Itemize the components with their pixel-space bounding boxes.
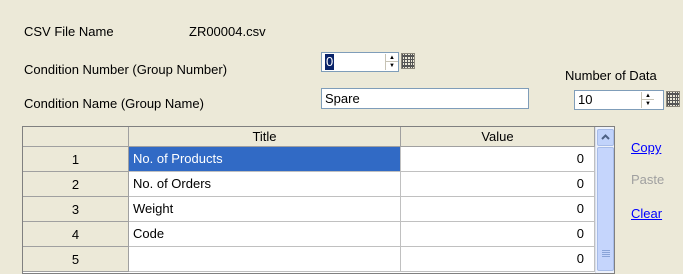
corner-header	[23, 127, 129, 147]
condition-name-input[interactable]: Spare	[321, 88, 529, 109]
cell-value[interactable]: 0	[401, 247, 595, 272]
number-of-data-label: Number of Data	[565, 68, 657, 83]
clear-link[interactable]: Clear	[631, 206, 662, 222]
copy-link[interactable]: Copy	[631, 140, 661, 156]
paste-link[interactable]: Paste	[631, 172, 664, 188]
column-header-value[interactable]: Value	[401, 127, 595, 147]
row-header[interactable]: 1	[23, 147, 129, 172]
spin-arrows[interactable]: ▲ ▼	[385, 54, 398, 70]
column-header-title[interactable]: Title	[129, 127, 401, 147]
cell-title[interactable]	[129, 247, 401, 272]
grip-line	[602, 254, 610, 255]
row-header[interactable]: 4	[23, 222, 129, 247]
triangle-up-icon[interactable]: ▲	[386, 54, 398, 62]
scroll-up-button[interactable]	[597, 129, 614, 146]
scroll-thumb[interactable]	[597, 147, 614, 271]
condition-number-label: Condition Number (Group Number)	[24, 62, 228, 77]
cell-title[interactable]: No. of Products	[129, 147, 401, 172]
triangle-up-icon[interactable]: ▲	[642, 92, 654, 100]
grip-line	[602, 250, 610, 251]
spin-arrows[interactable]: ▲ ▼	[641, 92, 654, 108]
data-grid[interactable]: Title Value 1 No. of Products 0 2 No. of…	[22, 126, 615, 274]
cell-value[interactable]: 0	[401, 197, 595, 222]
condition-number-spinner[interactable]: 0 ▲ ▼	[321, 52, 399, 72]
vertical-scrollbar[interactable]	[595, 127, 614, 273]
row-header[interactable]: 2	[23, 172, 129, 197]
keypad-icon[interactable]	[401, 53, 415, 69]
triangle-down-icon[interactable]: ▼	[386, 62, 398, 70]
number-of-data-keypad-wrap[interactable]	[664, 90, 682, 110]
row-header[interactable]: 5	[23, 247, 129, 272]
keypad-icon[interactable]	[666, 91, 680, 107]
number-of-data-value[interactable]: 10	[578, 92, 592, 108]
cell-title[interactable]: Weight	[129, 197, 401, 222]
cell-title[interactable]: No. of Orders	[129, 172, 401, 197]
cell-value[interactable]: 0	[401, 222, 595, 247]
csv-file-name-value: ZR00004.csv	[189, 24, 266, 39]
cell-value[interactable]: 0	[401, 172, 595, 197]
grip-line	[602, 252, 610, 253]
cell-value[interactable]: 0	[401, 147, 595, 172]
number-of-data-spinner[interactable]: 10 ▲ ▼	[574, 90, 664, 110]
cell-title[interactable]: Code	[129, 222, 401, 247]
condition-name-label: Condition Name (Group Name)	[24, 96, 204, 111]
triangle-down-icon[interactable]: ▼	[642, 100, 654, 108]
csv-file-name-label: CSV File Name	[24, 24, 114, 39]
grip-line	[602, 256, 610, 257]
condition-number-value[interactable]: 0	[325, 54, 335, 70]
condition-number-keypad-wrap[interactable]	[399, 52, 419, 72]
chevron-up-icon	[601, 134, 610, 140]
condition-name-value[interactable]: Spare	[325, 91, 360, 107]
row-header[interactable]: 3	[23, 197, 129, 222]
